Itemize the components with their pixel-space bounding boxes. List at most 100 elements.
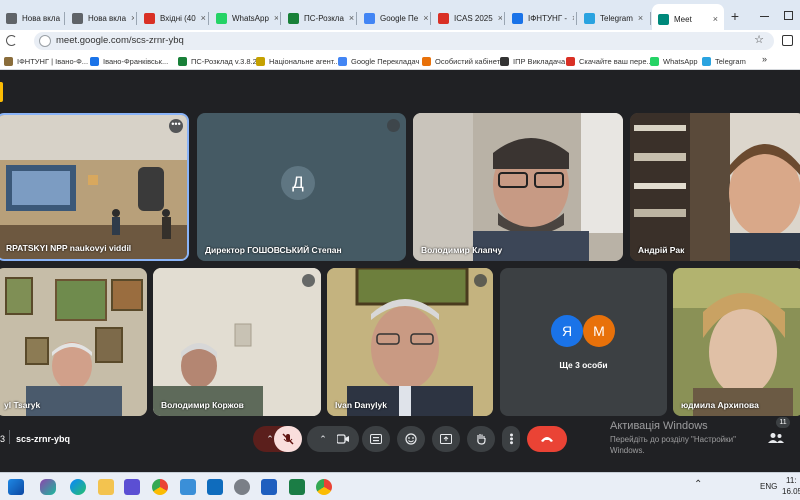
browser-tab[interactable]: ІФНТУНГ - × (506, 6, 574, 30)
google-translate-icon (364, 12, 375, 24)
clock-time[interactable]: 11: (786, 476, 797, 485)
maximize-icon[interactable] (784, 11, 793, 20)
telegram-icon (584, 12, 595, 24)
leave-call-button[interactable] (527, 426, 567, 452)
photos-icon[interactable] (180, 479, 196, 495)
close-tab-icon[interactable]: × (572, 13, 574, 23)
edge-icon[interactable] (70, 479, 86, 495)
browser-tab[interactable]: Telegram × (578, 6, 648, 30)
tab-label: Telegram (600, 13, 633, 23)
participant-tile[interactable]: Ivan Danylyk (327, 268, 493, 416)
star-icon[interactable]: ☆ (754, 33, 764, 46)
file-explorer-icon[interactable] (98, 479, 114, 495)
participant-video (630, 113, 800, 261)
bookmark-item[interactable]: Скачайте ваш пере... (566, 54, 653, 68)
more-options-icon[interactable]: ••• (169, 119, 183, 133)
present-button[interactable] (432, 426, 460, 452)
emoji-icon (405, 433, 417, 445)
chrome-icon-2[interactable] (316, 479, 332, 495)
participant-name: Андрій Рак (638, 245, 685, 255)
language-indicator[interactable]: ENG (760, 482, 777, 491)
participant-name: Володимир Клапчу (421, 245, 503, 255)
close-tab-icon[interactable]: × (638, 13, 643, 23)
bookmark-item[interactable]: ПС-Розклад v.3.8.2 (178, 54, 257, 68)
browser-tab[interactable]: WhatsApp × (210, 6, 278, 30)
extensions-icon[interactable] (782, 35, 793, 46)
tab-label: ІФНТУНГ - (528, 13, 568, 23)
browser-tab[interactable]: ПС-Розкла × (282, 6, 354, 30)
bookmark-favicon-icon (500, 56, 509, 66)
tray-chevron-icon[interactable]: ⌃ (694, 479, 702, 490)
windows-start-icon[interactable] (8, 479, 24, 495)
more-bookmarks-icon[interactable]: » (762, 54, 767, 64)
captions-button[interactable] (362, 426, 390, 452)
close-tab-icon[interactable]: × (713, 14, 718, 24)
close-tab-icon[interactable]: × (423, 13, 428, 23)
participant-tile[interactable]: ••• RPATSKYI NPP naukovyi viddil (0, 113, 189, 261)
minimize-icon[interactable] (760, 16, 769, 17)
store-icon[interactable] (124, 479, 140, 495)
participant-name: Директор ГОШОВСЬКИЙ Степан (205, 245, 342, 255)
browser-tab[interactable]: Нова вкла × (66, 6, 134, 30)
browser-tab[interactable]: Google Пе × (358, 6, 428, 30)
bookmark-item[interactable]: ІФНТУНГ | Івано-Ф... (4, 54, 88, 68)
more-participants-tile[interactable]: Я М Ще 3 особи (500, 268, 667, 416)
browser-tab[interactable]: ICAS 2025 × (432, 6, 502, 30)
bookmark-label: Особистий кабінет (435, 56, 501, 66)
chrome-icon[interactable] (152, 479, 168, 495)
camera-button[interactable] (329, 426, 357, 452)
bookmark-item[interactable]: ІПР Викладача (500, 54, 565, 68)
windows-taskbar: ⌃ ENG 11: 16.05. (0, 472, 800, 500)
mic-off-icon (282, 433, 294, 445)
microphone-button[interactable] (274, 426, 302, 452)
close-tab-icon[interactable]: × (131, 13, 134, 23)
close-tab-icon[interactable]: × (349, 13, 354, 23)
clock-date[interactable]: 16.05. (782, 487, 800, 496)
schedule-icon (288, 12, 299, 24)
bookmark-item[interactable]: Особистий кабінет (422, 54, 500, 68)
participant-tile[interactable]: Андрій Рак (630, 113, 800, 261)
tab-label: Нова вкла (88, 13, 127, 23)
participant-tile[interactable]: Володимир Коржов (153, 268, 321, 416)
bookmark-item[interactable]: Національне агент... (256, 54, 340, 68)
bookmark-label: ІФНТУНГ | Івано-Ф... (17, 56, 89, 66)
mic-off-icon (387, 119, 400, 132)
site-info-icon[interactable] (39, 35, 51, 47)
bookmark-item[interactable]: Google Перекладач (338, 54, 419, 68)
activation-title: Активація Windows (610, 420, 708, 432)
more-options-button[interactable]: ••• (502, 426, 520, 452)
participant-avatar: Д (281, 166, 315, 200)
participant-video (0, 115, 187, 259)
participant-tile[interactable]: Д Директор ГОШОВСЬКИЙ Степан (197, 113, 406, 261)
bookmark-item[interactable]: WhatsApp (650, 54, 698, 68)
browser-tab[interactable]: Нова вкла× (0, 6, 62, 30)
reload-icon[interactable] (6, 35, 17, 46)
new-tab-button[interactable]: + (728, 9, 742, 23)
camera-icon (337, 434, 349, 444)
excel-icon[interactable] (289, 479, 305, 495)
participant-video (413, 113, 623, 261)
word-icon[interactable] (261, 479, 277, 495)
windows-activation-watermark: Активація Windows Перейдіть до розділу "… (610, 420, 800, 455)
tab-label: Нова вкла (22, 13, 61, 23)
gmail-icon (438, 12, 449, 24)
settings-icon[interactable] (234, 479, 250, 495)
google-meet-icon (658, 13, 669, 25)
browser-tab[interactable]: Вхідні (40 × (138, 6, 206, 30)
outlook-icon[interactable] (207, 479, 223, 495)
bookmark-item[interactable]: Telegram (702, 54, 746, 68)
activation-line1: Перейдіть до розділу "Настройки" (610, 435, 736, 444)
participant-tile[interactable]: юдмила Архипова (673, 268, 800, 416)
participant-tile[interactable]: Володимир Клапчу (413, 113, 623, 261)
bookmark-favicon-icon (256, 56, 265, 66)
tab-separator (576, 12, 577, 25)
bookmark-item[interactable]: Івано-Франківськ... (90, 54, 168, 68)
reactions-button[interactable] (397, 426, 425, 452)
copilot-icon[interactable] (40, 479, 56, 495)
participant-tile[interactable]: yl Tsaryk (0, 268, 147, 416)
close-tab-icon[interactable]: × (498, 13, 502, 23)
close-tab-icon[interactable]: × (274, 13, 278, 23)
address-bar[interactable]: meet.google.com/scs-zrnr-ybq ☆ (34, 32, 774, 50)
raise-hand-button[interactable] (467, 426, 495, 452)
close-tab-icon[interactable]: × (201, 13, 206, 23)
